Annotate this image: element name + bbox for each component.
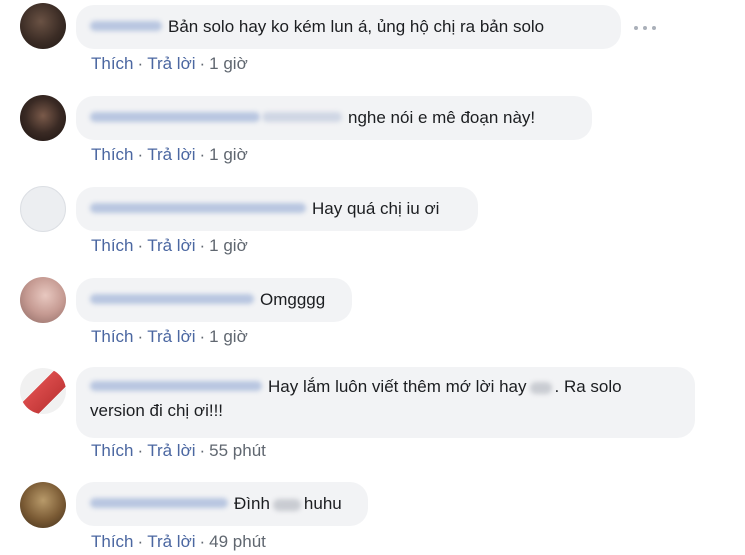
- avatar[interactable]: [20, 3, 66, 49]
- comment-text-line2: version đi chị ơi!!!: [90, 401, 224, 420]
- reply-link[interactable]: Trả lời: [147, 532, 195, 551]
- comment-bubble: Hay lắm luôn viết thêm mớ lời hay . Ra so…: [76, 367, 695, 438]
- like-link[interactable]: Thích: [91, 441, 134, 460]
- comment-timestamp[interactable]: 1 giờ: [209, 236, 248, 255]
- commenter-name[interactable]: [90, 202, 306, 213]
- like-link[interactable]: Thích: [91, 532, 134, 551]
- comment-text: nghe nói e mê đoạn này!: [348, 108, 536, 127]
- comment-text-part2: . Ra solo: [554, 377, 622, 396]
- comment-bubble: Hay quá chị iu ơi: [76, 187, 478, 231]
- comment-bubble: Omgggg: [76, 278, 352, 322]
- like-link[interactable]: Thích: [91, 327, 134, 346]
- commenter-name[interactable]: [90, 111, 260, 122]
- reply-link[interactable]: Trả lời: [147, 236, 195, 255]
- comment-timestamp[interactable]: 1 giờ: [209, 145, 248, 164]
- like-link[interactable]: Thích: [91, 236, 134, 255]
- comment-timestamp[interactable]: 1 giờ: [209, 327, 248, 346]
- censored-word: [272, 498, 301, 511]
- like-link[interactable]: Thích: [91, 145, 134, 164]
- comment-actions: Thích · Trả lời · 1 giờ: [91, 145, 248, 164]
- comment-timestamp[interactable]: 49 phút: [209, 532, 266, 551]
- reply-link[interactable]: Trả lời: [147, 145, 195, 164]
- comment-bubble: nghe nói e mê đoạn này!: [76, 96, 592, 140]
- comment-bubble: Đình huhu: [76, 482, 368, 526]
- comment-bubble: Bản solo hay ko kém lun á, ủng hộ chị ra…: [76, 5, 621, 49]
- avatar[interactable]: [20, 186, 66, 232]
- ellipsis-icon[interactable]: [634, 24, 656, 32]
- like-link[interactable]: Thích: [91, 54, 134, 73]
- comment-timestamp[interactable]: 1 giờ: [209, 54, 248, 73]
- comment-actions: Thích · Trả lời · 55 phút: [91, 441, 266, 460]
- comment-text: Omgggg: [260, 290, 326, 309]
- comment-text-part1: Hay lắm luôn viết thêm mớ lời hay: [268, 377, 527, 396]
- commenter-name[interactable]: [90, 497, 228, 508]
- commenter-name[interactable]: [90, 20, 162, 31]
- censored-word: [529, 381, 552, 394]
- tagged-name[interactable]: [262, 111, 342, 122]
- commenter-name[interactable]: [90, 380, 262, 391]
- avatar[interactable]: [20, 482, 66, 528]
- comment-actions: Thích · Trả lời · 1 giờ: [91, 54, 248, 73]
- reply-link[interactable]: Trả lời: [147, 54, 195, 73]
- reply-link[interactable]: Trả lời: [147, 441, 195, 460]
- comment-text: Bản solo hay ko kém lun á, ủng hộ chị ra…: [168, 17, 545, 36]
- avatar[interactable]: [20, 95, 66, 141]
- reply-link[interactable]: Trả lời: [147, 327, 195, 346]
- comment-actions: Thích · Trả lời · 1 giờ: [91, 236, 248, 255]
- avatar[interactable]: [20, 368, 66, 414]
- comment-text-part1: Đình: [234, 494, 270, 513]
- comment-thread: Bản solo hay ko kém lun á, ủng hộ chị ra…: [0, 0, 745, 555]
- comment-timestamp[interactable]: 55 phút: [209, 441, 266, 460]
- avatar[interactable]: [20, 277, 66, 323]
- comment-actions: Thích · Trả lời · 49 phút: [91, 532, 266, 551]
- comment-text-part2: huhu: [303, 494, 342, 513]
- comment-text: Hay quá chị iu ơi: [312, 199, 440, 218]
- commenter-name[interactable]: [90, 293, 254, 304]
- comment-actions: Thích · Trả lời · 1 giờ: [91, 327, 248, 346]
